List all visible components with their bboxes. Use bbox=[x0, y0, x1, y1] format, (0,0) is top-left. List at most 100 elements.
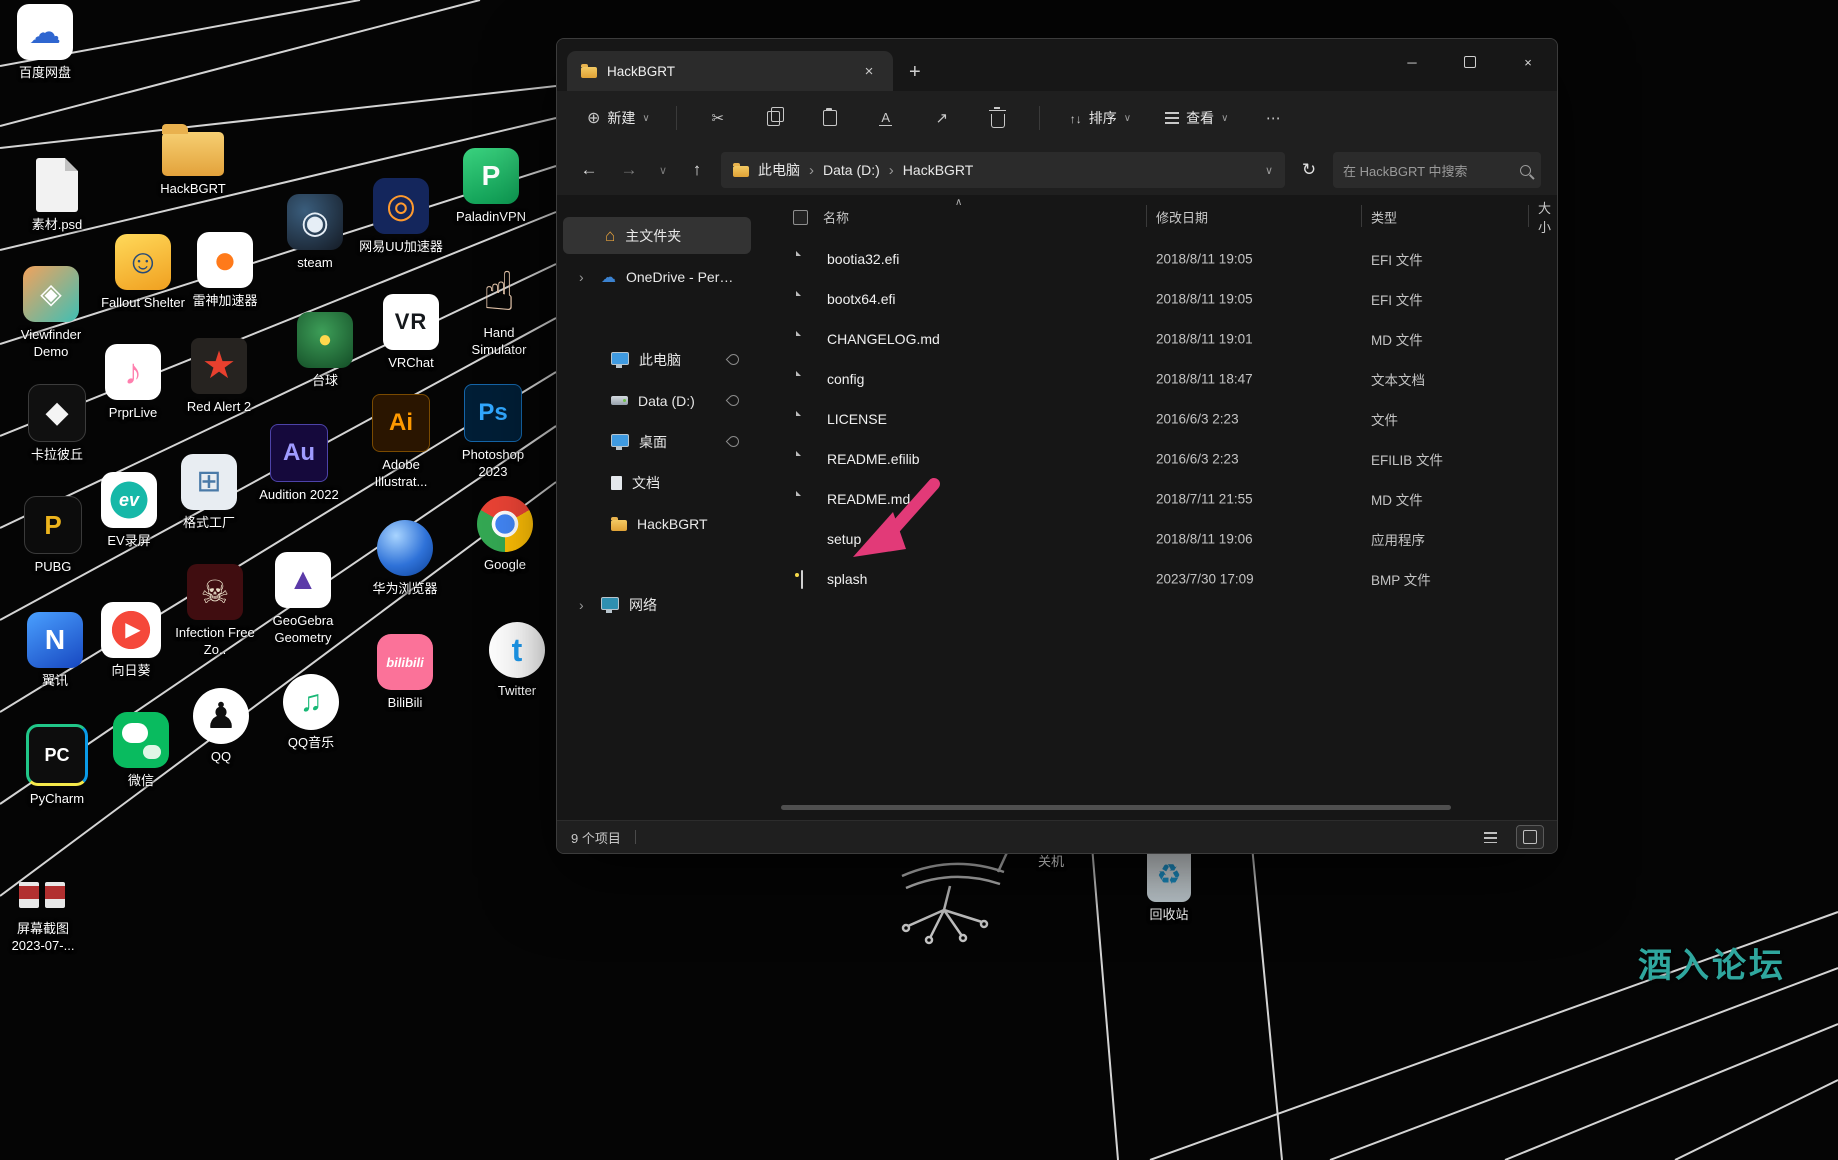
file-row-changelog[interactable]: CHANGELOG.md 2018/8/11 19:01 MD 文件 bbox=[757, 319, 1557, 359]
desktop-icon-geogebra[interactable]: ▲ GeoGebra Geometry bbox=[260, 552, 346, 647]
desktop-icon-leishen[interactable]: ● 雷神加速器 bbox=[182, 232, 268, 310]
minimize-button[interactable]: ─ bbox=[1383, 39, 1441, 85]
more-options-button[interactable]: ⋯ bbox=[1251, 100, 1295, 136]
desktop-icon-fallout-shelter[interactable]: ☺ Fallout Shelter bbox=[100, 234, 186, 312]
desktop-icon-audition[interactable]: Au Audition 2022 bbox=[256, 424, 342, 504]
file-name: CHANGELOG.md bbox=[827, 331, 940, 347]
desktop-icon-pycharm[interactable]: PC PyCharm bbox=[14, 724, 100, 808]
sidebar-item-this-pc[interactable]: 此电脑 bbox=[563, 341, 751, 378]
desktop-icon-recycle-bin[interactable]: ♻ 回收站 bbox=[1126, 848, 1212, 924]
breadcrumb-data-d[interactable]: Data (D:) bbox=[823, 162, 880, 178]
desktop-icon-baidu-netdisk[interactable]: ☁ 百度网盘 bbox=[2, 4, 88, 82]
desktop-icon-steam[interactable]: ◉ steam bbox=[272, 194, 358, 272]
desktop-icon-sunlogin[interactable]: ▶ 向日葵 bbox=[88, 602, 174, 680]
yixun-icon: N bbox=[27, 612, 83, 668]
desktop-icon-screenshot-file[interactable]: 屏幕截图 2023-07-... bbox=[0, 876, 86, 955]
sidebar-item-hackbgrt[interactable]: HackBGRT bbox=[563, 505, 751, 542]
sidebar-item-data-d[interactable]: Data (D:) bbox=[563, 382, 751, 419]
sidebar-item-onedrive[interactable]: › ☁ OneDrive - Person bbox=[563, 258, 751, 295]
column-divider[interactable] bbox=[1528, 205, 1529, 227]
search-box[interactable]: 在 HackBGRT 中搜索 bbox=[1333, 152, 1541, 188]
desktop-icon-label: Twitter bbox=[498, 683, 536, 700]
maximize-button[interactable] bbox=[1441, 39, 1499, 85]
view-button[interactable]: 查看 ∨ bbox=[1155, 100, 1238, 136]
back-button[interactable]: ← bbox=[573, 154, 605, 186]
explorer-tab-hackbgrt[interactable]: HackBGRT × bbox=[567, 51, 893, 91]
chevron-right-icon[interactable]: › bbox=[579, 269, 591, 285]
address-bar[interactable]: 此电脑 › Data (D:) › HackBGRT ∨ bbox=[721, 152, 1285, 188]
delete-button[interactable] bbox=[976, 100, 1020, 136]
file-row-bootx64[interactable]: bootx64.efi 2018/8/11 19:05 EFI 文件 bbox=[757, 279, 1557, 319]
chevron-right-icon[interactable]: › bbox=[579, 597, 591, 613]
large-thumbnails-view-button[interactable] bbox=[1517, 826, 1543, 848]
desktop-icon-red-alert-2[interactable]: ★ Red Alert 2 bbox=[176, 338, 262, 416]
tab-close-icon[interactable]: × bbox=[857, 59, 881, 83]
desktop-icon-hackbgrt-folder[interactable]: HackBGRT bbox=[150, 122, 236, 198]
cut-button[interactable]: ✂ bbox=[696, 100, 740, 136]
desktop-icon-pubg[interactable]: P PUBG bbox=[10, 496, 96, 576]
recent-locations-chevron[interactable]: ∨ bbox=[653, 154, 673, 186]
icon-glyph: bilibili bbox=[386, 656, 424, 669]
column-header-size[interactable]: 大小 bbox=[1538, 198, 1557, 236]
refresh-button[interactable]: ↻ bbox=[1293, 154, 1325, 186]
breadcrumb-this-pc[interactable]: 此电脑 bbox=[758, 160, 800, 180]
column-divider[interactable] bbox=[1361, 205, 1362, 227]
desktop-icon-kalabiqiu[interactable]: ◆ 卡拉彼丘 bbox=[14, 384, 100, 464]
rename-icon: A bbox=[879, 110, 892, 127]
desktop-icon-twitter[interactable]: t Twitter bbox=[474, 622, 560, 700]
up-button[interactable]: ↑ bbox=[681, 154, 713, 186]
address-dropdown-chevron[interactable]: ∨ bbox=[1265, 164, 1273, 177]
desktop-icon-viewfinder[interactable]: ◈ Viewfinder Demo bbox=[8, 266, 94, 361]
desktop-icon-hand-simulator[interactable]: ☝ Hand Simulator bbox=[456, 264, 542, 359]
sort-button[interactable]: ↑↓ 排序 ∨ bbox=[1060, 100, 1141, 136]
sort-button-label: 排序 bbox=[1089, 108, 1117, 128]
desktop-icon-vrchat[interactable]: VR VRChat bbox=[368, 294, 454, 372]
sidebar-item-documents[interactable]: 文档 bbox=[563, 464, 751, 501]
desktop-icon-photoshop[interactable]: Ps Photoshop 2023 bbox=[450, 384, 536, 481]
rename-button[interactable]: A bbox=[864, 100, 908, 136]
column-header-date[interactable]: 修改日期 bbox=[1156, 208, 1208, 227]
copy-button[interactable] bbox=[752, 100, 796, 136]
desktop-icon-qq[interactable]: ♟ QQ bbox=[178, 688, 264, 766]
desktop-icon-paladin-vpn[interactable]: P PaladinVPN bbox=[448, 148, 534, 226]
desktop-icon-google-chrome[interactable]: Google bbox=[462, 496, 548, 574]
desktop-icon-billiards[interactable]: ● 台球 bbox=[282, 312, 368, 390]
desktop-icon-format-factory[interactable]: ⊞ 格式工厂 bbox=[166, 454, 252, 532]
file-row-license[interactable]: LICENSE 2016/6/3 2:23 文件 bbox=[757, 399, 1557, 439]
desktop-icon-qq-music[interactable]: ♫ QQ音乐 bbox=[268, 674, 354, 752]
desktop-icon-infection-free-zone[interactable]: ☠ Infection Free Zo.. bbox=[172, 564, 258, 659]
desktop-icon-yixun[interactable]: N 翼讯 bbox=[12, 612, 98, 690]
twitter-icon: t bbox=[489, 622, 545, 678]
new-tab-button[interactable]: + bbox=[909, 62, 921, 82]
column-divider[interactable] bbox=[1146, 205, 1147, 227]
desktop-icon-netease-uu[interactable]: ◎ 网易UU加速器 bbox=[358, 178, 444, 256]
file-row-readme-md[interactable]: README.md 2018/7/11 21:55 MD 文件 bbox=[757, 479, 1557, 519]
desktop-icon-bilibili[interactable]: bilibili BiliBili bbox=[362, 634, 448, 712]
details-view-button[interactable] bbox=[1477, 826, 1503, 848]
file-row-bootia32[interactable]: bootia32.efi 2018/8/11 19:05 EFI 文件 bbox=[757, 239, 1557, 279]
sidebar-item-network[interactable]: › 网络 bbox=[563, 586, 751, 623]
desktop-icon-ev-recorder[interactable]: ev EV录屏 bbox=[86, 472, 172, 550]
desktop-icon-sucai-psd[interactable]: 素材.psd bbox=[14, 158, 100, 234]
desktop-icon-prprlive[interactable]: ♪ PrprLive bbox=[90, 344, 176, 422]
new-button[interactable]: ⊕ 新建 ∨ bbox=[577, 100, 660, 136]
desktop-icon-wechat[interactable]: 微信 bbox=[98, 712, 184, 790]
select-all-checkbox[interactable] bbox=[793, 210, 808, 225]
sidebar-item-home[interactable]: ⌂ 主文件夹 bbox=[563, 217, 751, 254]
share-button[interactable]: ↗ bbox=[920, 100, 964, 136]
file-row-setup[interactable]: setup 2018/8/11 19:06 应用程序 bbox=[757, 519, 1557, 559]
column-header-name[interactable]: 名称 bbox=[823, 208, 849, 227]
forward-button[interactable]: → bbox=[613, 154, 645, 186]
column-header-type[interactable]: 类型 bbox=[1371, 208, 1397, 227]
desktop-icon-illustrator[interactable]: Ai Adobe Illustrat... bbox=[358, 394, 444, 491]
desktop-icon-huawei-browser[interactable]: 华为浏览器 bbox=[362, 520, 448, 598]
horizontal-scrollbar[interactable] bbox=[781, 805, 1451, 810]
explorer-titlebar[interactable]: HackBGRT × + ─ × bbox=[557, 39, 1557, 91]
close-button[interactable]: × bbox=[1499, 39, 1557, 85]
paste-button[interactable] bbox=[808, 100, 852, 136]
file-row-config[interactable]: config 2018/8/11 18:47 文本文档 bbox=[757, 359, 1557, 399]
breadcrumb-hackbgrt[interactable]: HackBGRT bbox=[903, 162, 974, 178]
file-row-splash[interactable]: splash 2023/7/30 17:09 BMP 文件 bbox=[757, 559, 1557, 599]
sidebar-item-desktop[interactable]: 桌面 bbox=[563, 423, 751, 460]
file-row-readme-efilib[interactable]: README.efilib 2016/6/3 2:23 EFILIB 文件 bbox=[757, 439, 1557, 479]
